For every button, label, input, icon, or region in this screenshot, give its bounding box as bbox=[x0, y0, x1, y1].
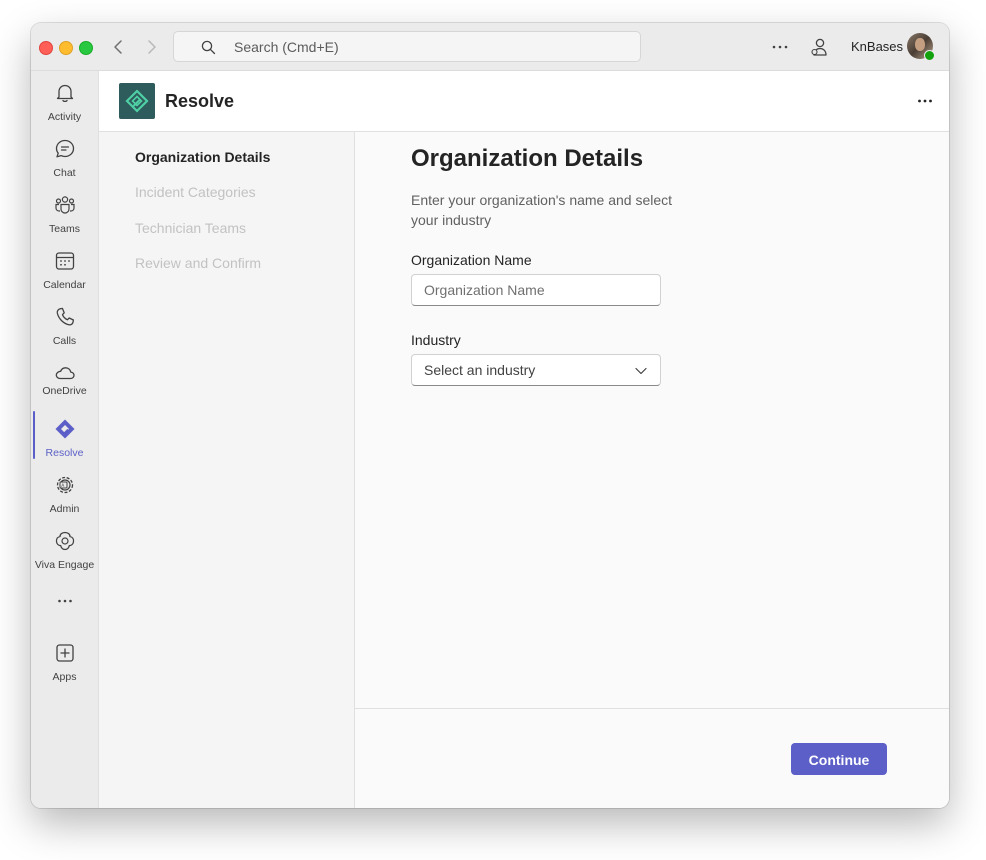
rail-label: Resolve bbox=[45, 447, 84, 459]
resolve-icon bbox=[53, 417, 77, 441]
rail-label: Activity bbox=[47, 111, 82, 123]
phone-icon bbox=[53, 305, 77, 329]
rail-label: OneDrive bbox=[42, 385, 87, 397]
app-rail: Activity Chat Teams Calendar Calls OneDr… bbox=[31, 71, 99, 808]
minimize-window-button[interactable] bbox=[59, 41, 73, 55]
search-placeholder: Search (Cmd+E) bbox=[234, 39, 339, 55]
people-settings-icon[interactable] bbox=[808, 36, 830, 58]
rail-item-viva-engage[interactable]: Viva Engage bbox=[31, 529, 98, 585]
rail-item-onedrive[interactable]: OneDrive bbox=[31, 361, 98, 417]
step-organization-details[interactable]: Organization Details bbox=[135, 149, 270, 165]
forward-icon[interactable] bbox=[141, 37, 161, 57]
calendar-icon bbox=[53, 249, 77, 273]
industry-select[interactable]: Select an industry bbox=[411, 354, 661, 386]
org-name-placeholder: Organization Name bbox=[424, 282, 545, 298]
rail-item-calls[interactable]: Calls bbox=[31, 305, 98, 361]
bell-icon bbox=[53, 81, 77, 105]
wizard-footer: Continue bbox=[355, 708, 949, 808]
avatar-face bbox=[915, 38, 925, 51]
account-name[interactable]: KnBases bbox=[851, 39, 903, 54]
more-apps-icon bbox=[53, 589, 77, 613]
step-incident-categories: Incident Categories bbox=[135, 184, 256, 200]
rail-item-activity[interactable]: Activity bbox=[31, 81, 98, 137]
rail-label: Teams bbox=[49, 223, 80, 235]
rail-label: Admin bbox=[49, 503, 80, 515]
rail-label: Chat bbox=[53, 167, 76, 179]
title-bar: Search (Cmd+E) KnBases bbox=[31, 23, 949, 71]
rail-item-teams[interactable]: Teams bbox=[31, 193, 98, 249]
wizard-steps: Organization Details Incident Categories… bbox=[99, 132, 355, 808]
more-options-icon[interactable] bbox=[769, 36, 791, 58]
search-icon bbox=[201, 40, 216, 55]
step-review-and-confirm: Review and Confirm bbox=[135, 255, 262, 271]
rail-label: Calls bbox=[52, 335, 77, 347]
rail-item-apps[interactable]: Apps bbox=[31, 641, 98, 697]
chevron-down-icon bbox=[634, 364, 648, 378]
add-app-icon bbox=[53, 641, 77, 665]
continue-button[interactable]: Continue bbox=[791, 743, 887, 775]
chat-icon bbox=[53, 137, 77, 161]
industry-label: Industry bbox=[411, 332, 461, 348]
teams-icon bbox=[53, 193, 77, 217]
viva-engage-icon bbox=[53, 529, 77, 553]
resolve-logo-icon bbox=[119, 83, 155, 119]
rail-item-resolve[interactable]: Resolve bbox=[31, 411, 98, 473]
page-title: Organization Details bbox=[411, 145, 644, 172]
rail-item-chat[interactable]: Chat bbox=[31, 137, 98, 193]
cloud-icon bbox=[53, 361, 77, 385]
rail-label: Calendar bbox=[43, 279, 86, 291]
industry-selected-value: Select an industry bbox=[424, 362, 536, 378]
rail-more-apps[interactable] bbox=[31, 589, 98, 619]
rail-item-admin[interactable]: A Admin bbox=[31, 473, 98, 529]
search-input[interactable]: Search (Cmd+E) bbox=[173, 31, 641, 62]
main-content: Organization Details Enter your organiza… bbox=[355, 132, 949, 708]
zoom-window-button[interactable] bbox=[79, 41, 93, 55]
step-technician-teams: Technician Teams bbox=[135, 220, 247, 236]
rail-label: Viva Engage bbox=[34, 559, 95, 571]
org-name-field[interactable]: Organization Name bbox=[411, 274, 661, 306]
page-description: Enter your organization's name and selec… bbox=[411, 192, 673, 228]
app-header: Resolve bbox=[99, 71, 949, 132]
rail-label: Apps bbox=[52, 671, 77, 683]
app-title: Resolve bbox=[165, 91, 235, 111]
rail-item-calendar[interactable]: Calendar bbox=[31, 249, 98, 305]
admin-gear-icon: A bbox=[53, 473, 77, 497]
back-icon[interactable] bbox=[109, 37, 129, 57]
more-options-icon[interactable] bbox=[915, 91, 935, 111]
close-window-button[interactable] bbox=[39, 41, 53, 55]
presence-available-icon bbox=[924, 50, 935, 61]
avatar[interactable] bbox=[907, 33, 935, 61]
teams-window: Search (Cmd+E) KnBases Activity Chat Tea… bbox=[31, 23, 949, 808]
org-name-label: Organization Name bbox=[411, 252, 532, 268]
